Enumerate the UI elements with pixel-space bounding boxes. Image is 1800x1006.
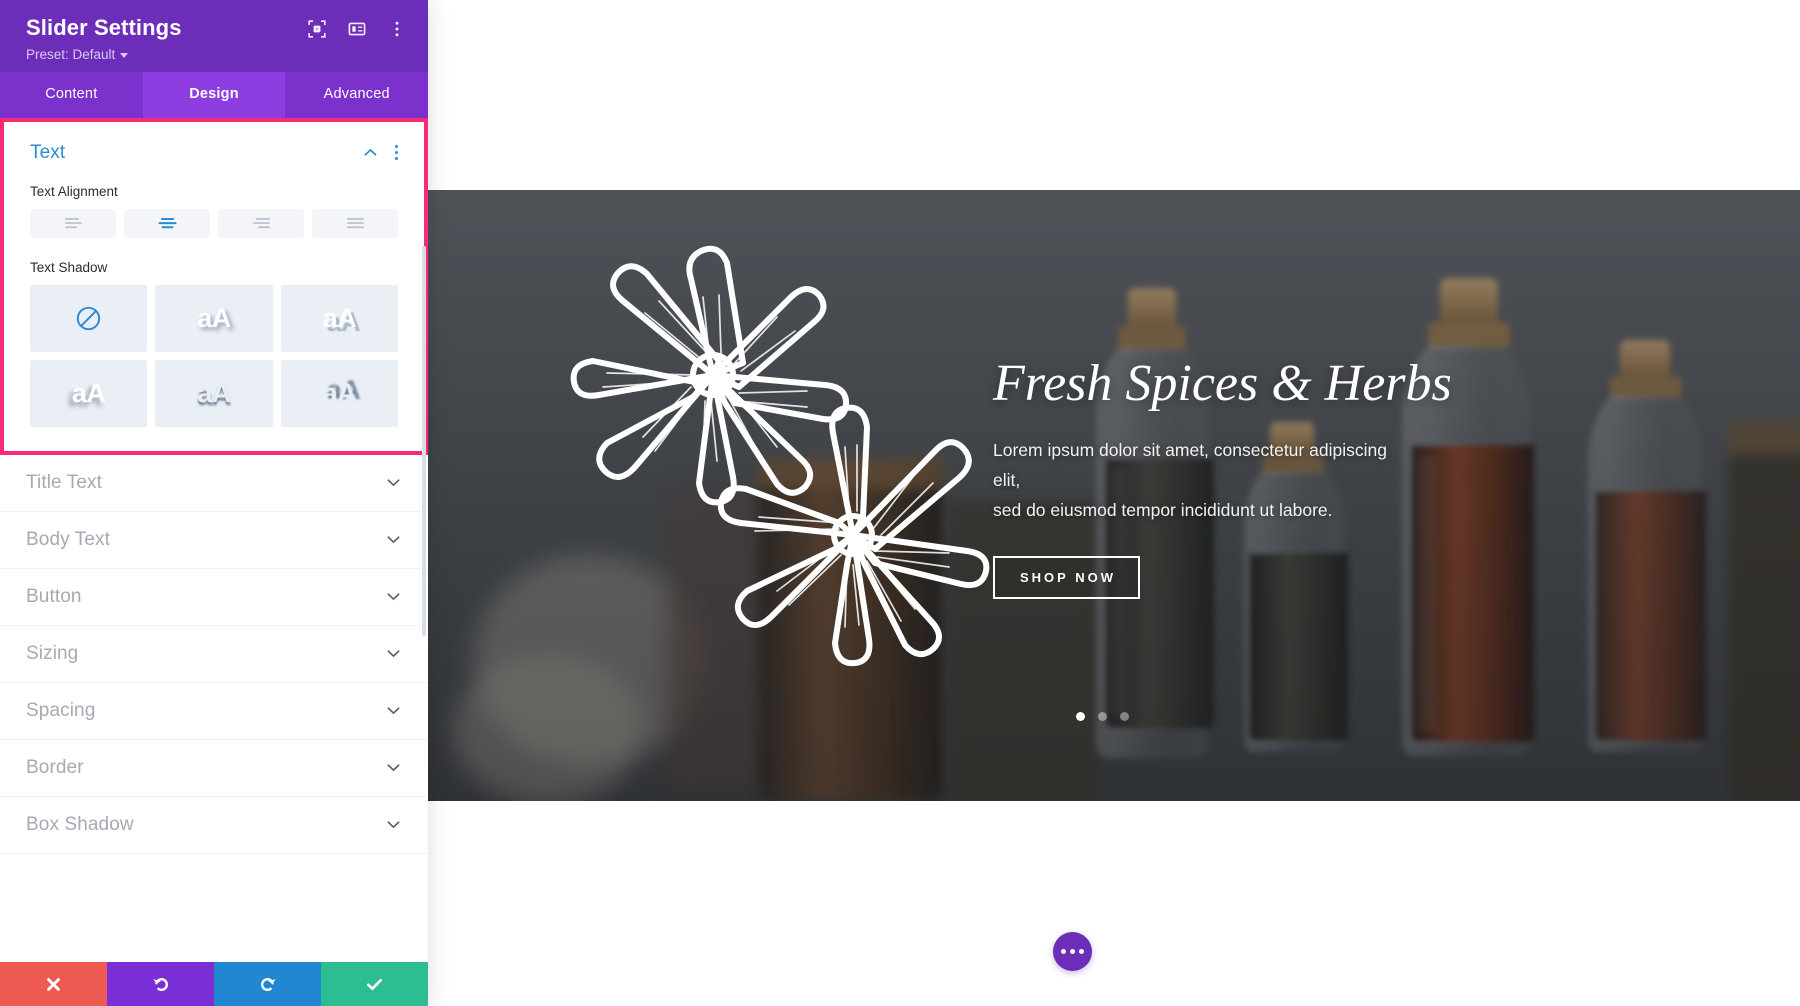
slider-description-line1: Lorem ipsum dolor sit amet, consectetur …: [993, 440, 1387, 491]
slider-content: Fresh Spices & Herbs Lorem ipsum dolor s…: [993, 355, 1553, 599]
section-label: Border: [26, 756, 84, 778]
no-shadow-icon: [76, 306, 101, 330]
panel-action-bar: [0, 962, 428, 1006]
layout-panel-icon[interactable]: [348, 20, 366, 38]
section-label: Sizing: [26, 642, 79, 664]
section-sizing-row[interactable]: Sizing: [0, 625, 428, 683]
section-body-text-row[interactable]: Body Text: [0, 511, 428, 569]
undo-icon: [152, 978, 168, 992]
slider-settings-panel: Slider Settings Preset: Default Content …: [0, 0, 428, 1006]
section-box-shadow-row[interactable]: Box Shadow: [0, 796, 428, 854]
text-shadow-hard-button[interactable]: aA: [280, 284, 398, 352]
chevron-down-icon: [387, 707, 400, 715]
align-left-button[interactable]: [30, 208, 116, 238]
slider-title: Fresh Spices & Herbs: [993, 355, 1452, 412]
align-justify-icon: [346, 218, 364, 229]
chevron-down-icon: [387, 764, 400, 772]
collapsed-sections: Title Text Body Text Button Sizing Spaci…: [0, 454, 428, 854]
slider-dot-3[interactable]: [1120, 712, 1129, 721]
text-alignment-group: [30, 208, 398, 238]
slider-dot-1[interactable]: [1076, 712, 1085, 721]
align-right-button[interactable]: [218, 208, 304, 238]
section-button-row[interactable]: Button: [0, 568, 428, 626]
slider-module[interactable]: Fresh Spices & Herbs Lorem ipsum dolor s…: [428, 190, 1800, 801]
text-shadow-group: aA aA aA aA aA: [30, 284, 398, 427]
chevron-down-icon: [120, 52, 129, 58]
star-anise-illustration: [570, 245, 990, 667]
focus-target-icon[interactable]: [308, 20, 326, 38]
check-icon: [366, 978, 382, 990]
tab-advanced[interactable]: Advanced: [285, 72, 428, 118]
align-center-button[interactable]: [124, 208, 210, 238]
tab-content[interactable]: Content: [0, 72, 143, 118]
chevron-down-icon: [387, 650, 400, 658]
text-shadow-sample: aA: [322, 302, 357, 333]
chevron-up-icon[interactable]: [362, 144, 379, 161]
close-icon: [47, 977, 60, 991]
three-dots-icon: [1061, 949, 1066, 954]
text-shadow-left-button[interactable]: aA: [30, 359, 148, 427]
preset-selector[interactable]: Preset: Default: [26, 47, 406, 62]
section-label: Title Text: [26, 471, 102, 493]
slider-description: Lorem ipsum dolor sit amet, consectetur …: [993, 435, 1393, 525]
vertical-dots-icon[interactable]: [395, 145, 398, 160]
save-button[interactable]: [321, 962, 428, 1006]
panel-scrollbar[interactable]: [422, 245, 426, 636]
undo-button[interactable]: [107, 962, 214, 1006]
align-left-icon: [64, 218, 82, 229]
page-canvas: Fresh Spices & Herbs Lorem ipsum dolor s…: [428, 0, 1800, 1006]
section-label: Spacing: [26, 699, 96, 721]
panel-tabs: Content Design Advanced: [0, 71, 428, 118]
page-settings-fab[interactable]: [1053, 932, 1092, 971]
align-right-icon: [252, 218, 270, 229]
page-title: Slider Settings: [26, 15, 182, 40]
section-label: Body Text: [26, 528, 110, 550]
section-spacing-row[interactable]: Spacing: [0, 682, 428, 740]
slider-dot-2[interactable]: [1098, 712, 1107, 721]
text-shadow-soft-button[interactable]: aA: [155, 284, 273, 352]
redo-icon: [260, 978, 276, 992]
section-border-row[interactable]: Border: [0, 739, 428, 797]
section-title-text-row[interactable]: Title Text: [0, 454, 428, 512]
slider-description-line2: sed do eiusmod tempor incididunt ut labo…: [993, 500, 1333, 521]
redo-button[interactable]: [214, 962, 321, 1006]
editor-screen: Slider Settings Preset: Default Content …: [0, 0, 1800, 1006]
text-shadow-up-button[interactable]: aA: [280, 359, 398, 427]
chevron-down-icon: [387, 593, 400, 601]
chevron-down-icon: [387, 536, 400, 544]
section-text: Text Text Alignment Text Shadow aA aA aA…: [4, 121, 424, 451]
text-shadow-none-button[interactable]: [30, 284, 148, 352]
tab-design[interactable]: Design: [142, 71, 286, 118]
text-shadow-label: Text Shadow: [30, 259, 108, 275]
chevron-down-icon: [387, 479, 400, 487]
align-justify-button[interactable]: [312, 208, 398, 238]
panel-header: Slider Settings Preset: Default: [0, 0, 428, 72]
section-label: Button: [26, 585, 82, 607]
text-alignment-label: Text Alignment: [30, 183, 118, 199]
slider-pagination: [1076, 712, 1129, 721]
shop-now-button[interactable]: SHOP NOW: [993, 555, 1140, 599]
text-shadow-down-button[interactable]: aA: [155, 359, 273, 427]
panel-body: Text Text Alignment Text Shadow aA aA aA…: [0, 117, 428, 1006]
preset-label: Preset: Default: [26, 46, 116, 62]
cancel-button[interactable]: [0, 962, 107, 1006]
align-center-icon: [158, 218, 176, 229]
text-shadow-sample: aA: [197, 377, 231, 408]
chevron-down-icon: [387, 821, 400, 829]
text-shadow-sample: aA: [322, 377, 357, 408]
text-shadow-sample: aA: [197, 302, 231, 333]
section-title-text: Text: [30, 141, 66, 163]
text-shadow-sample: aA: [71, 377, 106, 408]
more-options-icon[interactable]: [388, 20, 406, 38]
section-label: Box Shadow: [26, 813, 134, 835]
text-section-highlight: Text Text Alignment Text Shadow aA aA aA…: [0, 117, 428, 455]
